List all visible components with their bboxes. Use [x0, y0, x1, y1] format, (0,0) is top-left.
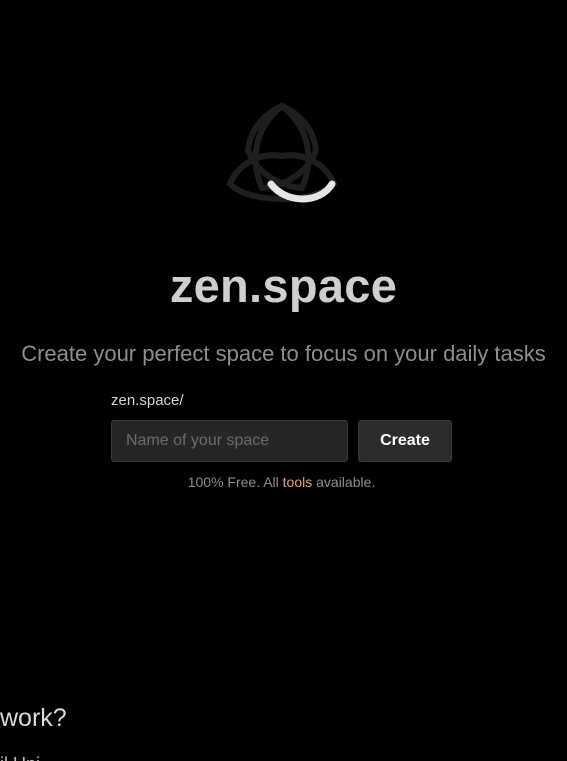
section-body-text: il Uni — [0, 753, 40, 761]
section-heading: work? — [0, 704, 67, 732]
space-name-input[interactable] — [111, 420, 348, 462]
url-prefix-label: zen.space/ — [111, 392, 184, 409]
note-text-after: available. — [312, 474, 376, 490]
create-button[interactable]: Create — [358, 420, 452, 462]
free-note: 100% Free. All tools available. — [0, 474, 563, 490]
tools-link[interactable]: tools — [283, 474, 313, 490]
brand-title: zen.space — [169, 259, 398, 312]
triquetra-smile-icon — [226, 102, 338, 203]
note-text-before: 100% Free. All — [187, 474, 283, 490]
tagline: Create your perfect space to focus on yo… — [21, 341, 546, 366]
landing-page: zen.space Create your perfect space to f… — [0, 0, 567, 761]
